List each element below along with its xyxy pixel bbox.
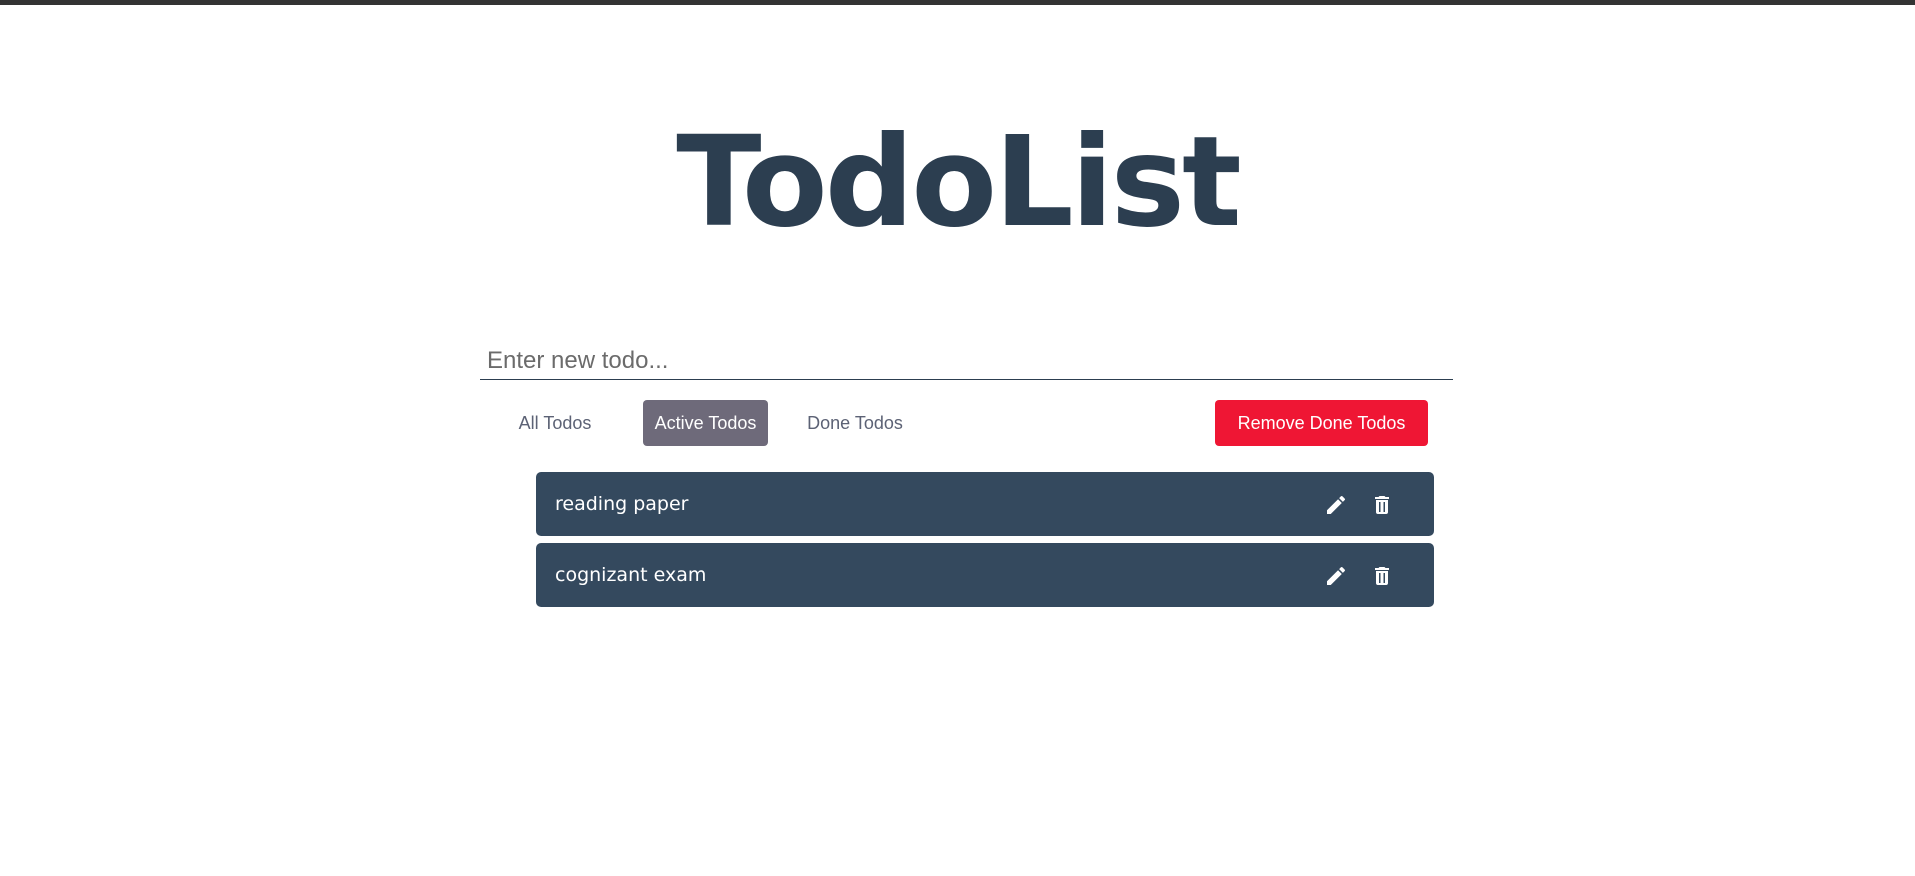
top-border	[0, 0, 1915, 5]
pencil-icon[interactable]	[1324, 564, 1348, 588]
todo-text: reading paper	[555, 493, 689, 515]
trash-icon[interactable]	[1370, 564, 1394, 588]
todo-item: cognizant exam	[536, 543, 1434, 607]
pencil-icon[interactable]	[1324, 493, 1348, 517]
todo-text: cognizant exam	[555, 564, 707, 586]
filter-all-todos-button[interactable]: All Todos	[503, 400, 607, 446]
new-todo-input[interactable]	[480, 342, 1453, 380]
page-title: TodoList	[676, 110, 1242, 255]
remove-done-todos-button[interactable]: Remove Done Todos	[1215, 400, 1428, 446]
todo-item: reading paper	[536, 472, 1434, 536]
filter-done-todos-button[interactable]: Done Todos	[796, 400, 914, 446]
filter-active-todos-button[interactable]: Active Todos	[643, 400, 768, 446]
trash-icon[interactable]	[1370, 493, 1394, 517]
todo-list: reading paper cognizant exam	[536, 472, 1434, 614]
